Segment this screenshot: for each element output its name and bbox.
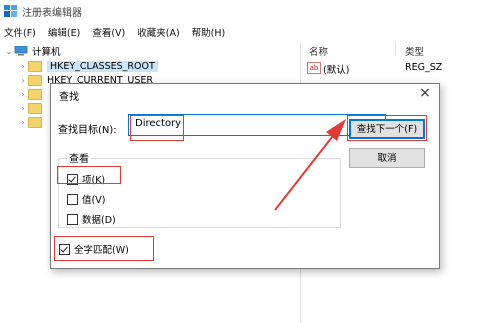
- annotation-arrow: [274, 119, 346, 211]
